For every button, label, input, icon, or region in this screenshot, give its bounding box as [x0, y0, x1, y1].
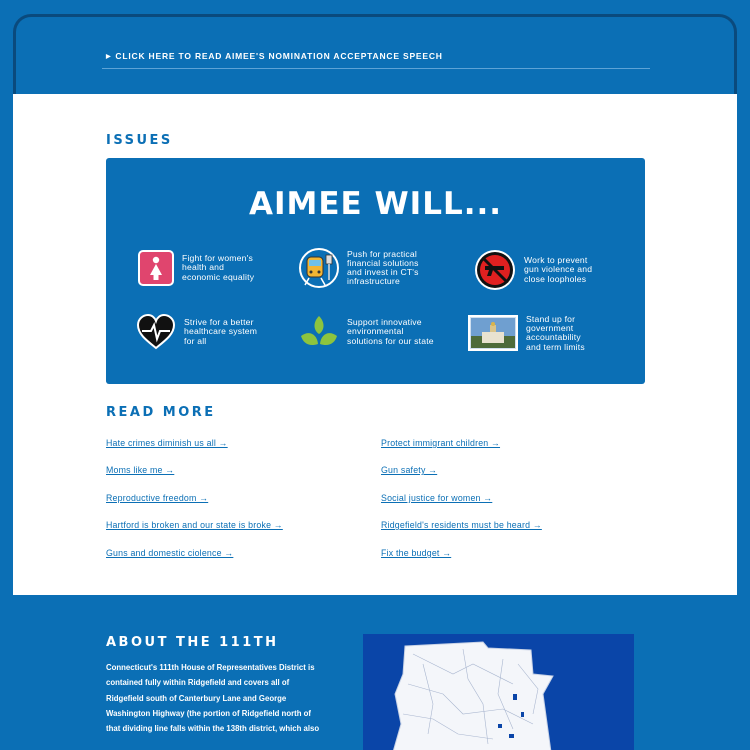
no-gun-icon [474, 249, 516, 291]
issues-heading: ISSUES [106, 133, 173, 148]
issue-infrastructure: Push for practical financial solutions and… [299, 248, 419, 288]
play-triangle-icon: ▶ [106, 54, 112, 60]
issue-text: Fight for women's health and economic equa… [182, 253, 255, 282]
read-more-heading: READ MORE [106, 405, 216, 420]
issue-gun-violence: Work to prevent gun violence and close loo… [474, 249, 592, 291]
issue-accountability: Stand up for government accountability and … [468, 314, 585, 352]
read-more-link[interactable]: Gun safety → [381, 465, 437, 475]
divider [102, 68, 650, 69]
issue-womens-health: Fight for women's health and economic equa… [138, 250, 254, 286]
about-heading: ABOUT THE 111TH [106, 635, 279, 650]
woman-icon [138, 250, 174, 286]
train-icon [299, 248, 339, 288]
district-map [363, 634, 634, 750]
leaf-icon [299, 314, 339, 350]
issue-text: Support innovative environmental solutions… [347, 317, 434, 346]
read-more-link[interactable]: Guns and domestic ciolence → [106, 548, 233, 558]
issue-text: Work to prevent gun violence and close loo… [524, 255, 593, 284]
read-more-link[interactable]: Fix the budget → [381, 548, 451, 558]
speech-link[interactable]: ▶ CLICK HERE TO READ AIMEE'S NOMINATION A… [106, 51, 443, 61]
about-paragraph: Connecticut's 111th House of Representat… [106, 663, 320, 734]
read-more-link[interactable]: Social justice for women → [381, 493, 492, 503]
issues-box: AIMEE WILL... Fight for women's health an… [106, 158, 645, 384]
read-more-link[interactable]: Ridgefield's residents must be heard → [381, 520, 542, 530]
read-more-link[interactable]: Hate crimes diminish us all → [106, 438, 228, 448]
read-more-link[interactable]: Hartford is broken and our state is brok… [106, 520, 283, 530]
issue-text: Stand up for government accountability and … [526, 314, 585, 352]
issue-healthcare: Strive for a better healthcare system for … [136, 312, 257, 352]
capitol-photo-icon [468, 315, 518, 352]
issues-title: AIMEE WILL... [248, 186, 503, 222]
read-more-link[interactable]: Reproductive freedom → [106, 493, 208, 503]
heart-pulse-icon [136, 312, 176, 352]
read-more-link[interactable]: Protect immigrant children → [381, 438, 500, 448]
issue-text: Strive for a better healthcare system for … [184, 317, 258, 346]
issue-text: Push for practical financial solutions and… [347, 248, 419, 287]
issue-environment: Support innovative environmental solutions… [299, 314, 434, 350]
read-more-link[interactable]: Moms like me → [106, 465, 174, 475]
speech-link-label: CLICK HERE TO READ AIMEE'S NOMINATION AC… [115, 51, 443, 61]
